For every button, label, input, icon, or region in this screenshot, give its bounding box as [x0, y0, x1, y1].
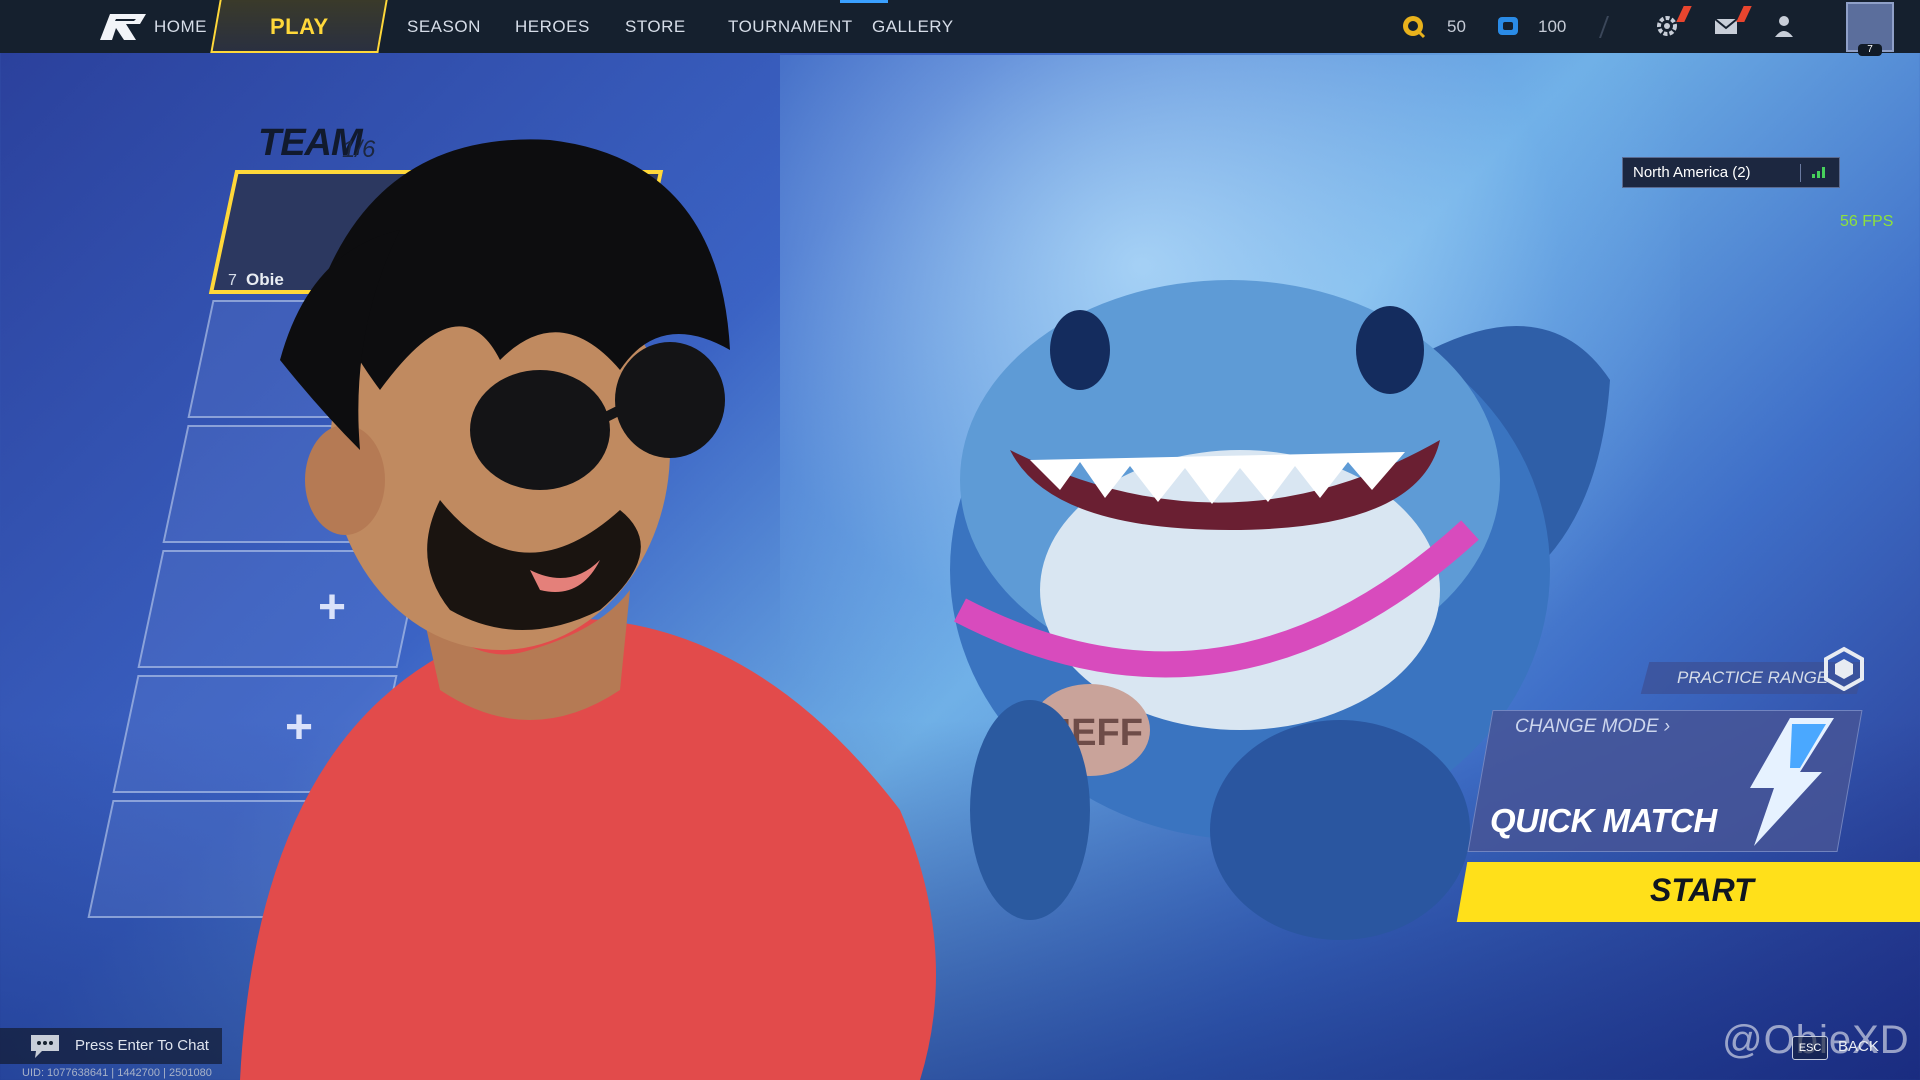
server-region-selector[interactable]: North America (2)	[1622, 157, 1840, 188]
change-mode-label: CHANGE MODE	[1515, 716, 1659, 737]
uid-label: UID: 1077638641 | 1442700 | 2501080	[22, 1067, 212, 1079]
profile-level-badge: 7	[1858, 44, 1882, 56]
lattice-currency-icon[interactable]	[1400, 13, 1426, 39]
game-logo-icon[interactable]	[96, 10, 150, 44]
units-currency-icon[interactable]	[1495, 13, 1521, 39]
chat-prompt-label: Press Enter To Chat	[75, 1037, 209, 1054]
back-button[interactable]: BACK	[1838, 1038, 1879, 1055]
chat-bubble-icon	[31, 1035, 59, 1058]
change-mode-button[interactable]: CHANGE MODE ›	[1515, 716, 1670, 738]
start-button-label: START	[1650, 872, 1754, 908]
mail-icon[interactable]	[1712, 11, 1742, 41]
region-separator	[1800, 164, 1801, 182]
units-amount: 100	[1538, 17, 1567, 36]
nav-store[interactable]: STORE	[625, 0, 686, 53]
esc-key-hint: ESC	[1792, 1036, 1828, 1060]
player-avatar-character	[240, 139, 936, 1080]
friends-icon[interactable]	[1770, 11, 1800, 41]
server-region-label: North America (2)	[1633, 164, 1751, 181]
current-mode-label: QUICK MATCH	[1490, 802, 1717, 839]
fps-counter: 56 FPS	[1840, 213, 1894, 230]
practice-range-label: PRACTICE RANGE	[1677, 668, 1829, 687]
nav-play[interactable]: PLAY	[210, 0, 388, 53]
nav-tournament[interactable]: TOURNAMENT	[728, 0, 853, 53]
chevron-right-icon: ›	[1663, 716, 1671, 737]
nav-play-label: PLAY	[269, 14, 329, 39]
nav-season[interactable]: SEASON	[407, 0, 481, 53]
gear-icon[interactable]	[1652, 11, 1682, 41]
lattice-amount: 50	[1447, 17, 1466, 36]
nav-home[interactable]: HOME	[154, 0, 207, 53]
lightning-bolt-icon	[1750, 718, 1834, 846]
target-icon	[1824, 646, 1864, 691]
nav-heroes[interactable]: HEROES	[515, 0, 590, 53]
signal-strength-icon	[1812, 167, 1825, 178]
nav-gallery[interactable]: GALLERY	[872, 0, 954, 53]
